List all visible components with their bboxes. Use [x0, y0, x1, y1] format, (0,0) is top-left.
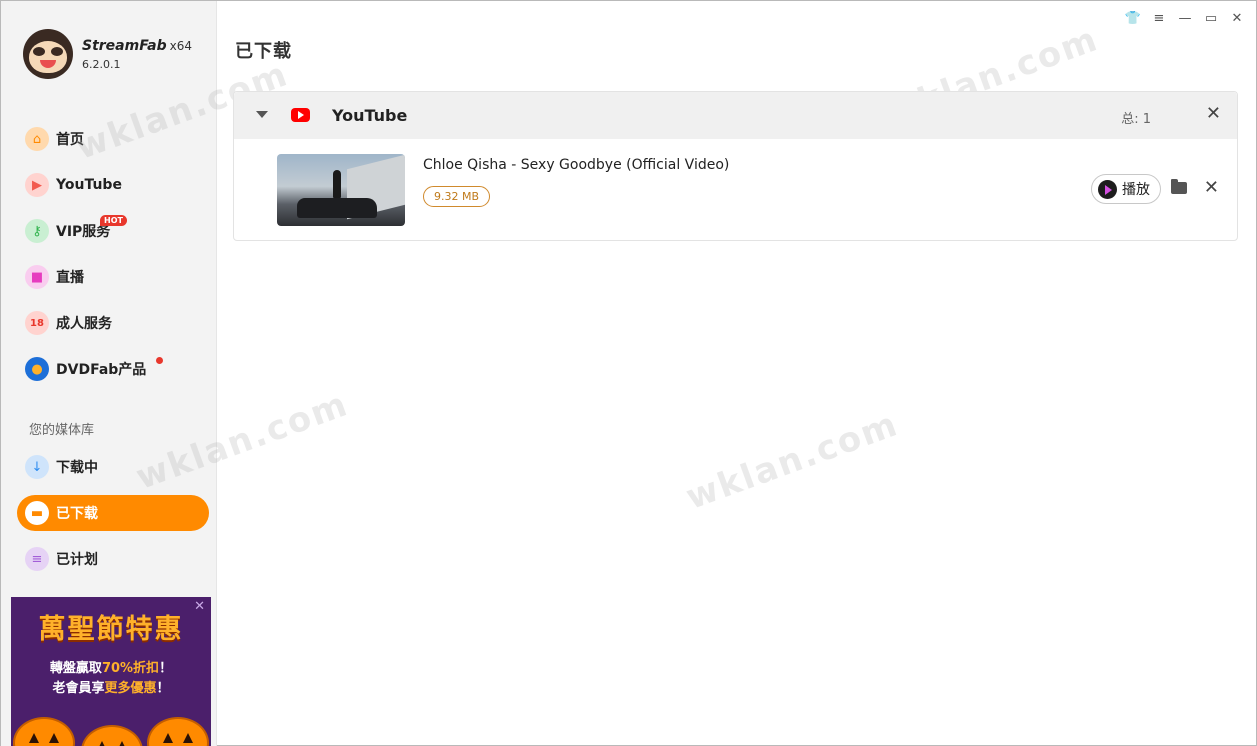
play-label: 播放 [1122, 182, 1150, 198]
list-icon: ≡ [25, 547, 49, 571]
nav-item-youtube[interactable]: ▶ YouTube [17, 167, 209, 203]
nav-item-label: 已下载 [56, 506, 98, 522]
skin-shirt-icon[interactable]: 👕 [1125, 9, 1141, 27]
download-arrow-icon: ↓ [25, 455, 49, 479]
promo-highlight: 70%折扣 [101, 661, 160, 676]
nav-item-live[interactable]: ■ 直播 [17, 259, 209, 295]
promo-line-2: 老會員享更多優惠！ [11, 677, 211, 696]
promo-text: 老會員享 [52, 681, 105, 696]
collapse-caret-icon[interactable] [256, 111, 268, 118]
streamfab-logo-icon [23, 29, 73, 79]
page-title: 已下载 [235, 41, 292, 62]
live-camera-icon: ■ [25, 265, 49, 289]
promo-text: ！ [156, 681, 170, 696]
maximize-icon[interactable]: ▭ [1204, 9, 1218, 27]
home-icon: ⌂ [25, 127, 49, 151]
sidebar: StreamFab x64 6.2.0.1 ⌂ 首页 ▶ YouTube ⚷ VI… [1, 1, 217, 746]
folder-icon: ▬ [25, 501, 49, 525]
play-button[interactable]: 播放 [1091, 174, 1161, 204]
nav-item-vip[interactable]: ⚷ VIP服务 HOT [17, 213, 209, 249]
download-group-youtube: YouTube 总: 1 ✕ Chloe Qisha - Sexy Goodby… [233, 91, 1238, 241]
video-title: Chloe Qisha - Sexy Goodbye (Official Vid… [423, 157, 730, 173]
app-version: 6.2.0.1 [82, 57, 121, 71]
brand: StreamFab x64 6.2.0.1 [23, 29, 192, 79]
youtube-logo-icon [291, 108, 310, 122]
nav-item-dvdfab[interactable]: ● DVDFab产品 [17, 351, 209, 387]
group-close-button[interactable]: ✕ [1206, 103, 1221, 124]
library-section-label: 您的媒体库 [29, 423, 95, 438]
play-icon [1098, 179, 1117, 199]
minimize-icon[interactable]: — [1178, 9, 1192, 27]
key-icon: ⚷ [25, 219, 49, 243]
nav-item-label: YouTube [56, 177, 122, 193]
promo-title: 萬聖節特惠 [38, 614, 184, 645]
youtube-icon: ▶ [25, 173, 49, 197]
adult-18-icon: 18 [25, 311, 49, 335]
file-size-badge: 9.32 MB [423, 186, 491, 207]
promo-text: ！ [159, 661, 173, 676]
app-name: StreamFab [82, 37, 167, 54]
video-thumbnail[interactable] [277, 154, 405, 226]
library-nav: ↓ 下载中 ▬ 已下载 ≡ 已计划 [17, 449, 209, 587]
window-controls: 👕 ≡ — ▭ ✕ [1125, 9, 1244, 27]
nav-item-label: 首页 [56, 132, 84, 148]
remove-item-button[interactable]: ✕ [1204, 177, 1219, 198]
promo-line-1: 轉盤贏取70%折扣！ [11, 657, 211, 676]
app-window: StreamFab x64 6.2.0.1 ⌂ 首页 ▶ YouTube ⚷ VI… [0, 0, 1257, 746]
nav-item-label: DVDFab产品 [56, 362, 147, 378]
pumpkin-icon [13, 717, 75, 746]
group-name: YouTube [332, 106, 408, 125]
nav-item-downloaded[interactable]: ▬ 已下载 [17, 495, 209, 531]
nav-item-downloading[interactable]: ↓ 下载中 [17, 449, 209, 485]
group-header[interactable]: YouTube 总: 1 ✕ [234, 92, 1237, 139]
watermark: wklan.com [680, 404, 904, 518]
promo-highlight: 更多優惠 [104, 681, 157, 696]
app-arch: x64 [169, 38, 193, 53]
notification-dot [156, 357, 163, 364]
nav-item-adult[interactable]: 18 成人服务 [17, 305, 209, 341]
nav-item-label: 直播 [56, 270, 84, 286]
nav-item-home[interactable]: ⌂ 首页 [17, 121, 209, 157]
hot-badge: HOT [100, 215, 127, 226]
dvdfab-icon: ● [25, 357, 49, 381]
pumpkin-icon [147, 717, 209, 746]
pumpkin-icon [81, 725, 143, 746]
close-icon[interactable]: ✕ [1230, 9, 1244, 27]
download-item: Chloe Qisha - Sexy Goodbye (Official Vid… [234, 139, 1237, 240]
promo-text: 轉盤贏取 [49, 661, 102, 676]
nav-item-scheduled[interactable]: ≡ 已计划 [17, 541, 209, 577]
nav-item-label: 已计划 [56, 552, 98, 568]
promo-banner[interactable]: ✕ 萬聖節特惠 轉盤贏取70%折扣！ 老會員享更多優惠！ [11, 597, 211, 746]
open-folder-icon[interactable] [1171, 179, 1187, 194]
nav-item-label: 成人服务 [56, 316, 112, 332]
group-count: 总: 1 [1121, 112, 1151, 127]
menu-icon[interactable]: ≡ [1152, 9, 1166, 27]
main-nav: ⌂ 首页 ▶ YouTube ⚷ VIP服务 HOT ■ 直播 18 成人服务 … [17, 121, 209, 397]
nav-item-label: 下载中 [56, 460, 98, 476]
